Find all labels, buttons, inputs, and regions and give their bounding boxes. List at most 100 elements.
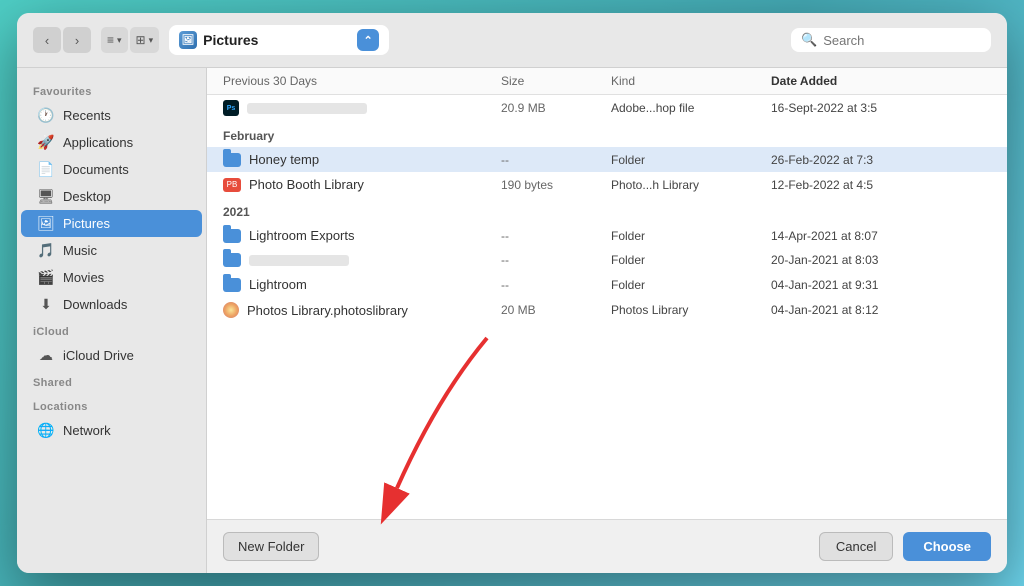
table-row[interactable]: Ps 20.9 MB Adobe...hop file 16-Sept-2022… xyxy=(207,95,1007,121)
search-input[interactable] xyxy=(823,33,981,48)
dialog-header: ‹ › ≡ ▾ ⊞ ▾ 🖼 Pictures ⌃ 🔍 xyxy=(17,13,1007,68)
file-kind: Folder xyxy=(611,278,771,292)
locations-section-label: Locations xyxy=(17,393,206,417)
file-date: 14-Apr-2021 at 8:07 xyxy=(771,229,991,243)
new-folder-button[interactable]: New Folder xyxy=(223,532,319,561)
file-name-cell: Ps xyxy=(223,100,501,116)
filename-text: Lightroom xyxy=(249,277,307,292)
back-button[interactable]: ‹ xyxy=(33,27,61,53)
file-size: 190 bytes xyxy=(501,178,611,192)
blurred-filename xyxy=(247,103,367,114)
table-row[interactable]: Photos Library.photoslibrary 20 MB Photo… xyxy=(207,297,1007,323)
documents-icon: 📄 xyxy=(37,161,55,178)
sidebar-item-downloads[interactable]: ⬇ Downloads xyxy=(21,291,202,318)
sidebar-item-documents[interactable]: 📄 Documents xyxy=(21,156,202,183)
col-name-header: Previous 30 Days xyxy=(223,74,501,88)
file-name-cell: Honey temp xyxy=(223,152,501,167)
table-row[interactable]: Honey temp -- Folder 26-Feb-2022 at 7:3 xyxy=(207,147,1007,172)
view-buttons: ≡ ▾ ⊞ ▾ xyxy=(101,27,159,53)
sidebar-item-icloud-drive[interactable]: ☁ iCloud Drive xyxy=(21,342,202,369)
sidebar-item-desktop[interactable]: 🖥 Desktop xyxy=(21,183,202,210)
location-chevron[interactable]: ⌃ xyxy=(357,29,379,51)
file-kind: Folder xyxy=(611,229,771,243)
sidebar-label-documents: Documents xyxy=(63,162,129,177)
save-dialog: ‹ › ≡ ▾ ⊞ ▾ 🖼 Pictures ⌃ 🔍 xyxy=(17,13,1007,573)
file-kind: Folder xyxy=(611,153,771,167)
grid-view-button[interactable]: ⊞ ▾ xyxy=(130,27,160,53)
cancel-button[interactable]: Cancel xyxy=(819,532,893,561)
file-size: 20.9 MB xyxy=(501,101,611,115)
movies-icon: 🎬 xyxy=(37,269,55,286)
sidebar-label-applications: Applications xyxy=(63,135,133,150)
nav-buttons: ‹ › xyxy=(33,27,91,53)
sidebar-label-pictures: Pictures xyxy=(63,216,110,231)
file-size: -- xyxy=(501,229,611,243)
shared-section-label: Shared xyxy=(17,369,206,393)
sidebar-item-applications[interactable]: 🚀 Applications xyxy=(21,129,202,156)
search-icon: 🔍 xyxy=(801,32,817,48)
filename-text: Photo Booth Library xyxy=(249,177,364,192)
file-date: 12-Feb-2022 at 4:5 xyxy=(771,178,991,192)
folder-icon xyxy=(223,153,241,167)
section-label-february: February xyxy=(207,121,1007,147)
forward-button[interactable]: › xyxy=(63,27,91,53)
location-label: Pictures xyxy=(203,32,258,48)
sidebar-label-icloud-drive: iCloud Drive xyxy=(63,348,134,363)
list-view-chevron: ▾ xyxy=(117,35,122,46)
choose-button[interactable]: Choose xyxy=(903,532,991,561)
file-name-cell: Lightroom Exports xyxy=(223,228,501,243)
location-folder-icon: 🖼 xyxy=(179,31,197,49)
file-name-cell xyxy=(223,253,501,267)
file-kind: Folder xyxy=(611,253,771,267)
favourites-label: Favourites xyxy=(17,78,206,102)
folder-icon xyxy=(223,278,241,292)
table-row[interactable]: PB Photo Booth Library 190 bytes Photo..… xyxy=(207,172,1007,197)
sidebar-label-recents: Recents xyxy=(63,108,111,123)
file-table-header: Previous 30 Days Size Kind Date Added xyxy=(207,68,1007,95)
col-kind-header: Kind xyxy=(611,74,771,88)
sidebar-item-movies[interactable]: 🎬 Movies xyxy=(21,264,202,291)
grid-view-chevron: ▾ xyxy=(149,35,154,46)
desktop-icon: 🖥 xyxy=(37,188,55,205)
sidebar-label-movies: Movies xyxy=(63,270,104,285)
applications-icon: 🚀 xyxy=(37,134,55,151)
col-size-header: Size xyxy=(501,74,611,88)
sidebar-label-network: Network xyxy=(63,423,111,438)
search-box: 🔍 xyxy=(791,28,991,52)
footer-actions: Cancel Choose xyxy=(819,532,991,561)
table-row[interactable]: Lightroom -- Folder 04-Jan-2021 at 9:31 xyxy=(207,272,1007,297)
file-kind: Photo...h Library xyxy=(611,178,771,192)
folder-icon xyxy=(223,229,241,243)
section-label-2021: 2021 xyxy=(207,197,1007,223)
file-table: Ps 20.9 MB Adobe...hop file 16-Sept-2022… xyxy=(207,95,1007,519)
file-date: 20-Jan-2021 at 8:03 xyxy=(771,253,991,267)
sidebar-item-music[interactable]: 🎵 Music xyxy=(21,237,202,264)
file-size: -- xyxy=(501,278,611,292)
network-icon: 🌐 xyxy=(37,422,55,439)
file-kind: Photos Library xyxy=(611,303,771,317)
file-name-cell: Lightroom xyxy=(223,277,501,292)
blurred-filename xyxy=(249,255,349,266)
list-view-button[interactable]: ≡ ▾ xyxy=(101,27,128,53)
downloads-icon: ⬇ xyxy=(37,296,55,313)
sidebar-item-pictures[interactable]: 🖼 Pictures xyxy=(21,210,202,237)
file-size: -- xyxy=(501,253,611,267)
file-size: -- xyxy=(501,153,611,167)
icloud-drive-icon: ☁ xyxy=(37,347,55,364)
photolibrary-icon xyxy=(223,302,239,318)
filename-text: Honey temp xyxy=(249,152,319,167)
location-picker[interactable]: 🖼 Pictures ⌃ xyxy=(169,25,389,55)
list-view-icon: ≡ xyxy=(107,33,114,47)
table-row[interactable]: -- Folder 20-Jan-2021 at 8:03 xyxy=(207,248,1007,272)
sidebar-item-recents[interactable]: 🕐 Recents xyxy=(21,102,202,129)
dialog-body: Favourites 🕐 Recents 🚀 Applications 📄 Do… xyxy=(17,68,1007,573)
col-date-header: Date Added xyxy=(771,74,991,88)
folder-icon xyxy=(223,253,241,267)
recents-icon: 🕐 xyxy=(37,107,55,124)
table-row[interactable]: Lightroom Exports -- Folder 14-Apr-2021 … xyxy=(207,223,1007,248)
main-content-wrapper: Previous 30 Days Size Kind Date Added Ps… xyxy=(207,68,1007,573)
sidebar: Favourites 🕐 Recents 🚀 Applications 📄 Do… xyxy=(17,68,207,573)
file-size: 20 MB xyxy=(501,303,611,317)
sidebar-item-network[interactable]: 🌐 Network xyxy=(21,417,202,444)
main-content: Previous 30 Days Size Kind Date Added Ps… xyxy=(207,68,1007,519)
